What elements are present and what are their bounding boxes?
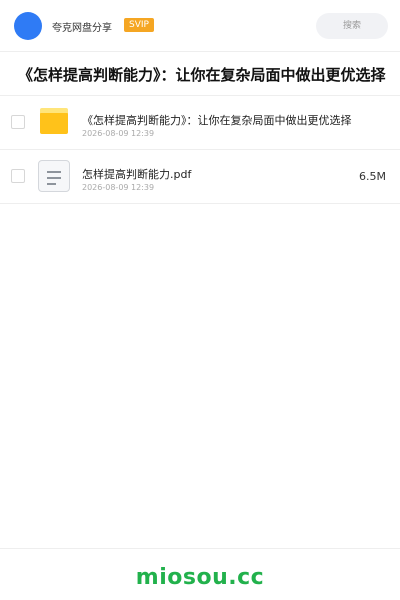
- brand-name: 夸克网盘分享: [52, 23, 112, 34]
- page-title: 《怎样提高判断能力》：让你在复杂局面中做出更优选择: [0, 52, 400, 96]
- file-date: 2026-08-09 12:39: [82, 129, 155, 138]
- footer-logo[interactable]: miosou.cc: [136, 565, 264, 590]
- header: 夸克网盘分享 SVIP: [0, 0, 400, 52]
- file-date: 2026-08-09 12:39: [82, 183, 155, 192]
- file-name[interactable]: 怎样提高判断能力.pdf: [82, 166, 191, 182]
- file-checkbox[interactable]: [11, 115, 25, 129]
- file-checkbox[interactable]: [11, 169, 25, 183]
- svip-badge: SVIP: [124, 18, 154, 32]
- user-avatar[interactable]: [14, 12, 42, 40]
- footer: miosou.cc: [0, 548, 400, 600]
- share-page: 夸克网盘分享 SVIP 《怎样提高判断能力》：让你在复杂局面中做出更优选择 《怎…: [0, 0, 400, 600]
- file-name[interactable]: 《怎样提高判断能力》：让你在复杂局面中做出更优选择: [82, 112, 352, 128]
- file-row-pdf[interactable]: 怎样提高判断能力.pdf 2026-08-09 12:39 6.5M: [0, 150, 400, 204]
- file-size: 6.5M: [359, 170, 386, 183]
- document-icon: [38, 160, 70, 192]
- search-input[interactable]: [316, 13, 388, 39]
- file-row-folder[interactable]: 《怎样提高判断能力》：让你在复杂局面中做出更优选择 2026-08-09 12:…: [0, 96, 400, 150]
- folder-icon: [40, 108, 68, 134]
